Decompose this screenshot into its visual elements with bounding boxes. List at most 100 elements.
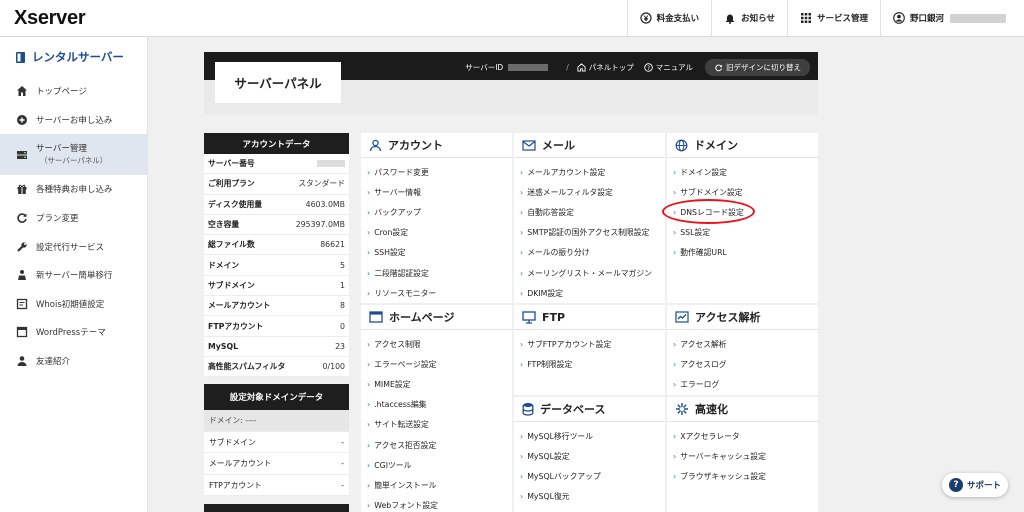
link-easy-install[interactable]: › 簡単インストール bbox=[361, 475, 512, 495]
link-backup[interactable]: › バックアップ bbox=[361, 202, 512, 222]
sidebar-item-server-manage[interactable]: サーバー管理 （サーバーパネル） bbox=[0, 134, 147, 176]
link-label: メールアカウント設定 bbox=[527, 167, 606, 177]
account-row-label: ディスク使用量 bbox=[208, 199, 263, 209]
link-auto-reply[interactable]: › 自動応答設定 bbox=[514, 202, 665, 222]
chevron-right-icon: › bbox=[673, 359, 677, 369]
link-mailing-list[interactable]: › メーリングリスト・メールマガジン bbox=[514, 263, 665, 283]
account-row: MySQL 23 bbox=[204, 336, 349, 357]
link-test-url[interactable]: › 動作確認URL bbox=[667, 243, 818, 263]
section-mail: メール › メールアカウント設定 › 迷惑メールフィルタ設定 › 自動応答設定 › SM… bbox=[514, 133, 665, 303]
link-resource-monitor[interactable]: › リソースモニター bbox=[361, 283, 512, 303]
link-dkim[interactable]: › DKIM設定 bbox=[514, 283, 665, 303]
link-domain-settings[interactable]: › ドメイン設定 bbox=[667, 162, 818, 182]
link-label: バックアップ bbox=[374, 207, 421, 217]
link-site-redirect[interactable]: › サイト転送設定 bbox=[361, 415, 512, 435]
link-label: メールの振り分け bbox=[527, 248, 590, 258]
link-access-log[interactable]: › アクセスログ bbox=[667, 354, 818, 374]
support-label: サポート bbox=[966, 481, 1001, 491]
link-mime[interactable]: › MIME設定 bbox=[361, 374, 512, 394]
plus-circle-icon bbox=[16, 114, 28, 126]
link-mysql-restore[interactable]: › MySQL復元 bbox=[514, 487, 665, 507]
link-x-accelerator[interactable]: › Xアクセラレータ bbox=[667, 426, 818, 446]
chevron-right-icon: › bbox=[367, 400, 371, 410]
section-title: メール bbox=[542, 139, 575, 152]
account-row: サブドメイン 1 bbox=[204, 275, 349, 297]
domain-row-value: - bbox=[341, 480, 344, 490]
section-header: ドメイン bbox=[667, 133, 818, 158]
link-server-info[interactable]: › サーバー情報 bbox=[361, 182, 512, 202]
link-access-analytics[interactable]: › アクセス解析 bbox=[667, 334, 818, 354]
section-header: データベース bbox=[514, 397, 665, 422]
link-web-font[interactable]: › Webフォント設定 bbox=[361, 496, 512, 512]
sidebar-item-plan-change[interactable]: プラン変更 bbox=[0, 204, 147, 233]
section-database: データベース › MySQL移行ツール › MySQL設定 › MySQLバックアップ… bbox=[514, 397, 665, 512]
sidebar-item-server-apply[interactable]: サーバーお申し込み bbox=[0, 106, 147, 135]
support-button[interactable]: ? サポート bbox=[942, 473, 1008, 497]
link-htaccess[interactable]: › .htaccess編集 bbox=[361, 395, 512, 415]
manual-link[interactable]: マニュアル bbox=[656, 62, 693, 73]
link-spam-filter[interactable]: › 迷惑メールフィルタ設定 bbox=[514, 182, 665, 202]
link-password[interactable]: › パスワード変更 bbox=[361, 162, 512, 182]
panel-top-link[interactable]: パネルトップ bbox=[589, 62, 634, 73]
old-design-button[interactable]: 旧デザインに切り替え bbox=[705, 59, 810, 76]
account-row-value: 0/100 bbox=[322, 362, 345, 372]
link-label: CGIツール bbox=[374, 460, 412, 470]
link-access-deny[interactable]: › アクセス拒否設定 bbox=[361, 435, 512, 455]
account-row-value: スタンダード bbox=[298, 179, 345, 189]
sidebar-item-setup-service[interactable]: 設定代行サービス bbox=[0, 232, 147, 261]
chevron-right-icon: › bbox=[673, 379, 677, 389]
link-label: エラーページ設定 bbox=[374, 359, 437, 369]
account-row-label: ご利用プラン bbox=[208, 179, 255, 189]
link-label: MySQL設定 bbox=[527, 451, 570, 461]
chevron-right-icon: › bbox=[367, 379, 371, 389]
link-ssl[interactable]: › SSL設定 bbox=[667, 223, 818, 243]
notice-link[interactable]: お知らせ bbox=[711, 0, 787, 36]
sidebar-item-whois[interactable]: Whois初期値設定 bbox=[0, 290, 147, 319]
chevron-right-icon: › bbox=[367, 248, 371, 258]
sidebar-item-migration[interactable]: 新サーバー簡単移行 bbox=[0, 261, 147, 290]
xserver-logo[interactable]: Xserver bbox=[14, 7, 86, 30]
sidebar-item-referral[interactable]: 友達紹介 bbox=[0, 347, 147, 376]
section-links: › メールアカウント設定 › 迷惑メールフィルタ設定 › 自動応答設定 › SMTP認証… bbox=[514, 158, 665, 303]
user-menu[interactable]: 野口銀河 bbox=[879, 0, 1024, 36]
chevron-right-icon: › bbox=[520, 288, 524, 298]
link-ssh[interactable]: › SSH設定 bbox=[361, 243, 512, 263]
link-server-cache[interactable]: › サーバーキャッシュ設定 bbox=[667, 446, 818, 466]
link-mail-sorting[interactable]: › メールの振り分け bbox=[514, 243, 665, 263]
sidebar-item-benefits[interactable]: 各種特典お申し込み bbox=[0, 175, 147, 204]
section-title: ドメイン bbox=[694, 139, 738, 152]
link-cgi-tools[interactable]: › CGIツール bbox=[361, 455, 512, 475]
link-label: MySQLバックアップ bbox=[527, 471, 601, 481]
link-label: リソースモニター bbox=[374, 288, 437, 298]
payment-link[interactable]: 料金支払い bbox=[626, 0, 712, 36]
link-mysql-settings[interactable]: › MySQL設定 bbox=[514, 446, 665, 466]
section-header: アカウント bbox=[361, 133, 512, 158]
link-mysql-migration[interactable]: › MySQL移行ツール bbox=[514, 426, 665, 446]
sidebar-title[interactable]: レンタルサーバー bbox=[0, 37, 147, 77]
link-sub-ftp[interactable]: › サブFTPアカウント設定 bbox=[514, 334, 665, 354]
chevron-right-icon: › bbox=[367, 440, 371, 450]
sidebar-item-top[interactable]: トップページ bbox=[0, 77, 147, 106]
svg-text:?: ? bbox=[647, 66, 650, 72]
link-label: Cron設定 bbox=[374, 228, 408, 238]
sidebar-item-label: 友達紹介 bbox=[36, 357, 71, 368]
account-row: ご利用プラン スタンダード bbox=[204, 174, 349, 195]
link-error-page[interactable]: › エラーページ設定 bbox=[361, 354, 512, 374]
link-cron[interactable]: › Cron設定 bbox=[361, 223, 512, 243]
link-smtp-restriction[interactable]: › SMTP認証の国外アクセス制限設定 bbox=[514, 223, 665, 243]
link-mail-account[interactable]: › メールアカウント設定 bbox=[514, 162, 665, 182]
account-row-label: FTPアカウント bbox=[208, 321, 264, 331]
link-ftp-restriction[interactable]: › FTP制限設定 bbox=[514, 354, 665, 374]
domain-row: ドメイン: ---- bbox=[204, 410, 349, 432]
chevron-right-icon: › bbox=[367, 268, 371, 278]
link-mysql-backup[interactable]: › MySQLバックアップ bbox=[514, 466, 665, 486]
service-manage-link[interactable]: サービス管理 bbox=[786, 0, 880, 36]
link-two-factor[interactable]: › 二段階認証設定 bbox=[361, 263, 512, 283]
sidebar-item-wordpress-theme[interactable]: WordPressテーマ bbox=[0, 318, 147, 347]
section-ftp: FTP › サブFTPアカウント設定 › FTP制限設定 bbox=[514, 305, 665, 395]
link-error-log[interactable]: › エラーログ bbox=[667, 374, 818, 394]
top-header: Xserver 料金支払い お知らせ サービス管理 野口銀河 bbox=[0, 0, 1024, 37]
section-speed: 高速化 › Xアクセラレータ › サーバーキャッシュ設定 › ブラウザキャッシュ設定 bbox=[667, 397, 818, 512]
link-browser-cache[interactable]: › ブラウザキャッシュ設定 bbox=[667, 466, 818, 486]
link-access-restriction[interactable]: › アクセス制限 bbox=[361, 334, 512, 354]
